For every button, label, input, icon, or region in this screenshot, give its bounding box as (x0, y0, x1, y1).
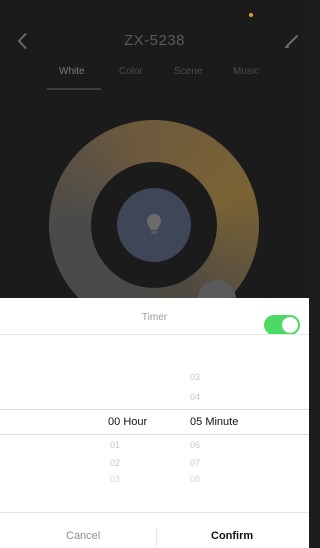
edit-icon[interactable] (283, 32, 301, 50)
hour-option[interactable]: 01 (110, 440, 120, 450)
minute-option[interactable]: 03 (190, 372, 200, 382)
minute-option[interactable]: 06 (190, 440, 200, 450)
confirm-button[interactable]: Confirm (211, 530, 253, 542)
tab-white[interactable]: White (59, 66, 85, 77)
hour-option[interactable]: 02 (110, 458, 120, 468)
hour-value: 00 (108, 416, 121, 428)
minute-value: 05 (190, 416, 203, 428)
bulb-button[interactable] (117, 188, 191, 262)
device-title: ZX-5238 (123, 32, 186, 49)
cancel-button[interactable]: Cancel (66, 530, 100, 542)
footer-separator (0, 512, 309, 513)
hour-option[interactable]: 03 (110, 474, 120, 484)
bulb-icon (145, 212, 163, 238)
picker-selection-row (0, 409, 309, 435)
header: ZX-5238 (0, 28, 309, 54)
minute-option[interactable]: 08 (190, 474, 200, 484)
active-tab-indicator (47, 88, 101, 90)
timer-footer: Cancel Confirm (0, 520, 309, 548)
notification-dot (249, 13, 253, 17)
timer-toggle[interactable] (264, 315, 300, 335)
hour-selected[interactable]: 00 Hour (108, 416, 147, 428)
footer-divider (156, 528, 157, 546)
tab-bar: White Color Scene Music (0, 66, 309, 88)
sheet-separator (0, 334, 309, 335)
toggle-knob (282, 317, 298, 333)
minute-option[interactable]: 04 (190, 392, 200, 402)
timer-label: Timer (141, 312, 168, 323)
timer-sheet: Timer 03 04 00 Hour 05 Minute 01 02 03 0… (0, 298, 309, 548)
hour-unit: Hour (123, 416, 148, 428)
wheel-inner-ring (91, 162, 217, 288)
timer-header: Timer (0, 306, 309, 335)
tab-scene[interactable]: Scene (174, 66, 202, 77)
minute-unit: Minute (205, 416, 239, 428)
minute-option[interactable]: 07 (190, 458, 200, 468)
tab-music[interactable]: Music (233, 66, 259, 77)
minute-selected[interactable]: 05 Minute (190, 416, 238, 428)
tab-color[interactable]: Color (119, 66, 143, 77)
